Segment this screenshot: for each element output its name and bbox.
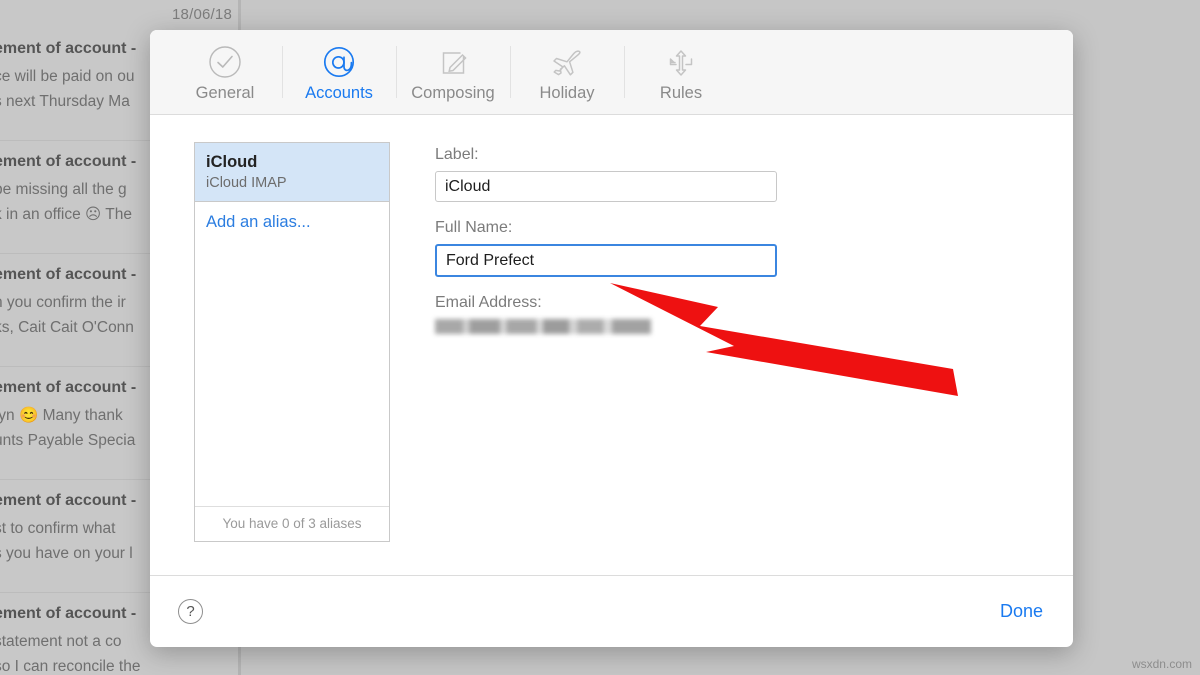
- full-name-field-group: Full Name:: [435, 219, 835, 277]
- email-address-field-group: Email Address:: [435, 294, 835, 334]
- watermark: wsxdn.com: [1132, 657, 1192, 671]
- diverge-arrows-icon: [663, 42, 699, 82]
- label-input[interactable]: [435, 171, 777, 202]
- account-details-form: Label: Full Name: Email Address:: [435, 142, 835, 575]
- help-icon[interactable]: ?: [178, 599, 203, 624]
- mail-preferences-dialog: General Accounts: [150, 30, 1073, 647]
- tab-general-label: General: [196, 84, 255, 103]
- alias-count-text: You have 0 of 3 aliases: [195, 506, 389, 541]
- at-sign-icon: [320, 42, 358, 82]
- full-name-input[interactable]: [435, 244, 777, 277]
- email-address-redacted-value: [435, 319, 651, 334]
- screen: 18/06/18 ement of account - ce will be p…: [0, 0, 1200, 675]
- tab-composing[interactable]: Composing: [396, 36, 510, 108]
- tab-accounts[interactable]: Accounts: [282, 36, 396, 108]
- preferences-toolbar[interactable]: General Accounts: [150, 30, 1073, 115]
- tab-general[interactable]: General: [168, 36, 282, 108]
- label-field-group: Label:: [435, 146, 835, 202]
- accounts-sidebar[interactable]: iCloud iCloud IMAP Add an alias... You h…: [194, 142, 390, 542]
- full-name-field-caption: Full Name:: [435, 219, 835, 237]
- compose-pencil-icon: [435, 42, 471, 82]
- mail-date: 18/06/18: [172, 6, 232, 23]
- email-address-caption: Email Address:: [435, 294, 835, 312]
- account-subtitle: iCloud IMAP: [206, 175, 378, 191]
- accounts-pane: iCloud iCloud IMAP Add an alias... You h…: [150, 115, 1073, 575]
- add-alias-link[interactable]: Add an alias...: [195, 202, 389, 243]
- check-circle-icon: [207, 42, 243, 82]
- label-field-caption: Label:: [435, 146, 835, 164]
- done-button[interactable]: Done: [1000, 601, 1043, 622]
- tab-rules-label: Rules: [660, 84, 702, 103]
- tab-accounts-label: Accounts: [305, 84, 373, 103]
- dialog-footer: ? Done: [150, 575, 1073, 647]
- account-name: iCloud: [206, 152, 378, 172]
- tab-rules[interactable]: Rules: [624, 36, 738, 108]
- mail-snippet-line: so I can reconcile the: [0, 654, 230, 675]
- tab-holiday-label: Holiday: [539, 84, 594, 103]
- tab-composing-label: Composing: [411, 84, 494, 103]
- tab-holiday[interactable]: Holiday: [510, 36, 624, 108]
- airplane-icon: [548, 42, 586, 82]
- account-item-icloud[interactable]: iCloud iCloud IMAP: [195, 143, 389, 202]
